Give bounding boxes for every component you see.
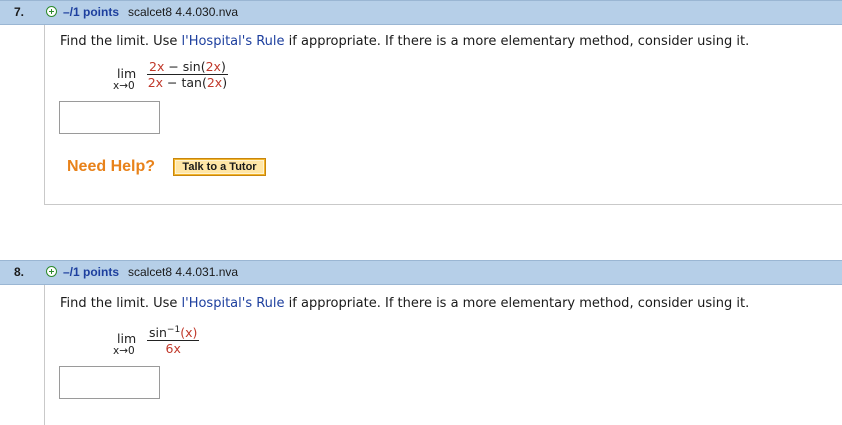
numerator: sin−1(x) (147, 325, 200, 342)
fraction: sin−1(x) 6x (147, 323, 200, 357)
denominator: 2x − tan(2x) (147, 75, 228, 90)
lhospital-rule-link[interactable]: l'Hospital's Rule (182, 296, 285, 311)
points-label: –/1 points (63, 5, 120, 19)
plus-circle-icon[interactable] (46, 266, 57, 277)
need-help-label: Need Help? (67, 158, 156, 175)
question-prompt: Find the limit. Use l'Hospital's Rule if… (60, 34, 750, 49)
question-number: 8. (14, 265, 25, 279)
numerator: 2x − sin(2x) (147, 59, 228, 75)
plus-circle-icon[interactable] (46, 6, 57, 17)
lim-subscript: x→0 (113, 80, 135, 92)
lim-label: lim (117, 331, 137, 346)
question-8-header: 8. –/1 points scalcet8 4.4.031.nva (0, 260, 842, 285)
question-code: scalcet8 4.4.030.nva (128, 5, 239, 19)
fraction: 2x − sin(2x) 2x − tan(2x) (147, 59, 228, 91)
question-7-body (44, 25, 842, 205)
lhospital-rule-link[interactable]: l'Hospital's Rule (182, 34, 285, 49)
talk-to-tutor-button[interactable]: Talk to a Tutor (173, 158, 266, 176)
question-7-header: 7. –/1 points scalcet8 4.4.030.nva (0, 0, 842, 25)
question-number: 7. (14, 5, 25, 19)
answer-input[interactable] (59, 101, 160, 134)
answer-input[interactable] (59, 366, 160, 399)
denominator: 6x (165, 341, 181, 357)
tutor-button-label: Talk to a Tutor (175, 160, 264, 174)
lim-label: lim (117, 66, 137, 81)
question-prompt: Find the limit. Use l'Hospital's Rule if… (60, 296, 750, 311)
question-code: scalcet8 4.4.031.nva (128, 265, 239, 279)
lim-subscript: x→0 (113, 345, 135, 357)
points-label: –/1 points (63, 265, 120, 279)
